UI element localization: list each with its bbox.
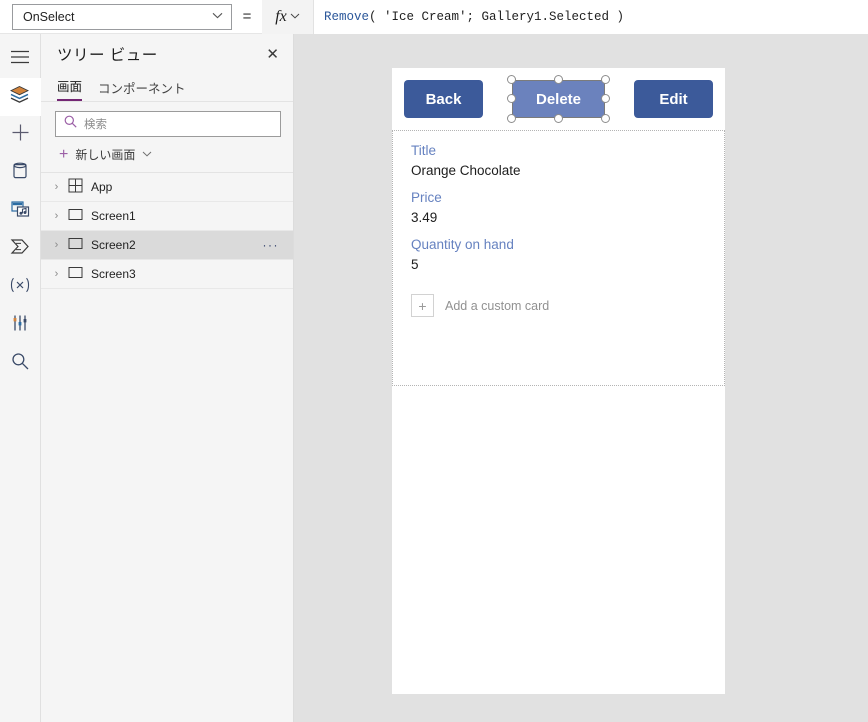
- app-grid-icon: [68, 178, 83, 196]
- chevron-right-icon[interactable]: ›: [51, 181, 62, 193]
- new-screen-button[interactable]: + 新しい画面: [41, 137, 293, 173]
- resize-handle-top-center[interactable]: [554, 75, 563, 84]
- layers-icon: [9, 85, 30, 109]
- database-icon: [12, 162, 28, 185]
- search-input[interactable]: 検索: [55, 111, 281, 137]
- form-field-quantity[interactable]: Quantity on hand 5: [393, 237, 724, 272]
- field-label: Price: [411, 190, 442, 205]
- rail-item-tree-view[interactable]: [0, 78, 41, 116]
- resize-handle-middle-left[interactable]: [507, 94, 516, 103]
- search-placeholder: 検索: [84, 119, 107, 131]
- formula-args-token: ( 'Ice Cream'; Gallery1.Selected ): [369, 9, 625, 24]
- close-icon[interactable]: ✕: [266, 47, 279, 62]
- tree-item-label: Screen2: [91, 238, 136, 252]
- tree-item-list: › App › Screen1 › Screen2 ··· › Screen3: [41, 173, 293, 289]
- tab-components[interactable]: コンポーネント: [98, 78, 186, 101]
- resize-handle-bottom-center[interactable]: [554, 114, 563, 123]
- display-form-control[interactable]: Title Orange Chocolate Price 3.49 Quanti…: [392, 130, 725, 386]
- resize-handle-top-left[interactable]: [507, 75, 516, 84]
- button-row: Back Delete Edit: [392, 68, 725, 130]
- hamburger-menu-icon: [11, 50, 29, 69]
- field-value: 5: [411, 257, 419, 272]
- plus-icon: +: [59, 145, 69, 163]
- tools-icon: [12, 314, 28, 337]
- screen-icon: [68, 237, 83, 253]
- back-button[interactable]: Back: [404, 80, 483, 118]
- rail-item-variables[interactable]: [0, 268, 41, 306]
- tree-item-screen2[interactable]: › Screen2 ···: [41, 231, 293, 260]
- field-value: 3.49: [411, 210, 438, 225]
- rail-item-data[interactable]: [0, 154, 41, 192]
- screen-icon: [68, 266, 83, 282]
- resize-handle-bottom-left[interactable]: [507, 114, 516, 123]
- chevron-right-icon[interactable]: ›: [51, 210, 62, 222]
- app-screen-canvas[interactable]: Back Delete Edit Title Orange Chocolate …: [392, 68, 725, 694]
- rail-item-media[interactable]: [0, 192, 41, 230]
- power-automate-icon: [10, 238, 30, 260]
- chevron-right-icon[interactable]: ›: [51, 239, 62, 251]
- plus-icon: +: [411, 294, 434, 317]
- chevron-down-icon: [290, 12, 300, 21]
- formula-function-token: Remove: [324, 9, 370, 24]
- rail-item-menu[interactable]: [0, 40, 41, 78]
- equals-sign: =: [242, 8, 252, 25]
- rail-item-power-automate[interactable]: [0, 230, 41, 268]
- variables-icon: [9, 277, 31, 298]
- field-label: Title: [411, 143, 437, 158]
- search-container: 検索: [41, 102, 293, 137]
- fx-dropdown-button[interactable]: fx: [262, 0, 314, 34]
- form-field-price[interactable]: Price 3.49: [393, 190, 724, 225]
- new-screen-label: 新しい画面: [75, 148, 136, 162]
- tree-item-screen3[interactable]: › Screen3: [41, 260, 293, 289]
- add-custom-card-label: Add a custom card: [445, 298, 550, 313]
- tree-view-panel: ツリー ビュー ✕ 画面 コンポーネント 検索 + 新しい画面 › App › …: [41, 34, 294, 722]
- tree-view-header: ツリー ビュー ✕: [41, 34, 293, 74]
- formula-bar: OnSelect = fx Remove( 'Ice Cream'; Galle…: [0, 0, 868, 34]
- left-icon-rail: [0, 34, 41, 722]
- tree-item-screen1[interactable]: › Screen1: [41, 202, 293, 231]
- formula-input[interactable]: Remove( 'Ice Cream'; Gallery1.Selected ): [314, 0, 868, 34]
- add-custom-card-button[interactable]: + Add a custom card: [411, 294, 724, 317]
- screen-icon: [68, 208, 83, 224]
- resize-handle-top-right[interactable]: [601, 75, 610, 84]
- field-value: Orange Chocolate: [411, 163, 521, 178]
- property-dropdown[interactable]: OnSelect: [12, 3, 232, 30]
- tree-item-label: Screen1: [91, 209, 136, 223]
- rail-item-tools[interactable]: [0, 306, 41, 344]
- more-options-icon[interactable]: ···: [263, 238, 280, 252]
- tree-item-label: Screen3: [91, 267, 136, 281]
- chevron-right-icon[interactable]: ›: [51, 268, 62, 280]
- tree-view-tabs: 画面 コンポーネント: [41, 74, 293, 102]
- property-dropdown-value: OnSelect: [23, 9, 75, 24]
- canvas-workspace: Back Delete Edit Title Orange Chocolate …: [294, 34, 868, 722]
- tab-screens[interactable]: 画面: [57, 76, 83, 101]
- field-label: Quantity on hand: [411, 237, 514, 252]
- tree-item-app[interactable]: › App: [41, 173, 293, 202]
- plus-icon: [12, 124, 29, 146]
- delete-button-selection: Delete: [507, 75, 610, 123]
- resize-handle-bottom-right[interactable]: [601, 114, 610, 123]
- powerapps-studio: OnSelect = fx Remove( 'Ice Cream'; Galle…: [0, 0, 868, 722]
- rail-item-insert[interactable]: [0, 116, 41, 154]
- chevron-down-icon[interactable]: [142, 150, 152, 159]
- resize-handle-middle-right[interactable]: [601, 94, 610, 103]
- delete-button[interactable]: Delete: [512, 80, 605, 118]
- search-icon: [11, 352, 29, 375]
- fx-icon: fx: [275, 7, 287, 25]
- edit-button[interactable]: Edit: [634, 80, 713, 118]
- rail-item-advanced-find[interactable]: [0, 344, 41, 382]
- search-icon: [64, 115, 77, 133]
- page-title: ツリー ビュー: [57, 47, 158, 64]
- tree-item-label: App: [91, 180, 113, 194]
- media-icon: [10, 200, 30, 223]
- form-field-title[interactable]: Title Orange Chocolate: [393, 143, 724, 178]
- chevron-down-icon: [212, 12, 223, 21]
